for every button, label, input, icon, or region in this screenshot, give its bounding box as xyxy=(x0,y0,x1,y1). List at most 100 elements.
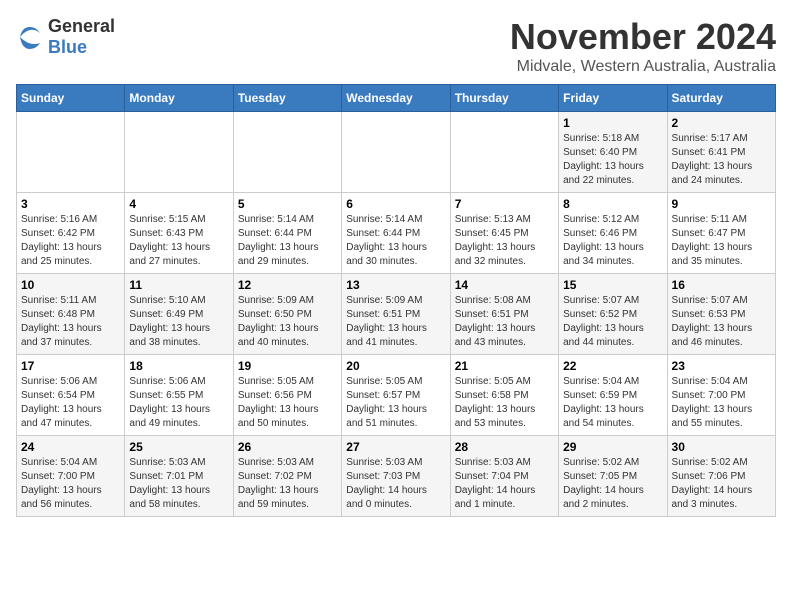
month-title: November 2024 xyxy=(510,16,776,58)
calendar-cell: 12 Sunrise: 5:09 AMSunset: 6:50 PMDayligh… xyxy=(233,274,341,355)
day-info: Sunrise: 5:07 AMSunset: 6:52 PMDaylight:… xyxy=(563,294,662,350)
day-info: Sunrise: 5:06 AMSunset: 6:55 PMDaylight:… xyxy=(129,375,228,431)
calendar-cell xyxy=(342,112,450,193)
calendar-cell xyxy=(450,112,558,193)
calendar-cell: 4Sunrise: 5:15 AMSunset: 6:43 PMDaylight… xyxy=(125,193,233,274)
day-info: Sunrise: 5:14 AMSunset: 6:44 PMDaylight:… xyxy=(238,213,337,269)
calendar-table: SundayMondayTuesdayWednesdayThursdayFrid… xyxy=(16,84,776,517)
calendar-cell: 23Sunrise: 5:04 AMSunset: 7:00 PMDayligh… xyxy=(667,355,775,436)
logo: General Blue xyxy=(16,16,115,58)
calendar-cell: 15 Sunrise: 5:07 AMSunset: 6:52 PMDayligh… xyxy=(559,274,667,355)
day-info: Sunrise: 5:04 AMSunset: 6:59 PMDaylight:… xyxy=(563,375,662,431)
calendar-cell: 22 Sunrise: 5:04 AMSunset: 6:59 PMDayligh… xyxy=(559,355,667,436)
header-friday: Friday xyxy=(559,85,667,112)
day-number: 12 xyxy=(238,278,337,292)
day-info: Sunrise: 5:09 AMSunset: 6:50 PMDaylight:… xyxy=(238,294,337,350)
calendar-cell: 8 Sunrise: 5:12 AMSunset: 6:46 PMDaylight… xyxy=(559,193,667,274)
day-number: 21 xyxy=(455,359,554,373)
logo-general: General xyxy=(48,16,115,36)
calendar-cell: 19 Sunrise: 5:05 AMSunset: 6:56 PMDayligh… xyxy=(233,355,341,436)
day-number: 17 xyxy=(21,359,120,373)
day-number: 14 xyxy=(455,278,554,292)
calendar-cell: 10 Sunrise: 5:11 AMSunset: 6:48 PMDayligh… xyxy=(17,274,125,355)
day-number: 13 xyxy=(346,278,445,292)
day-info: Sunrise: 5:03 AMSunset: 7:04 PMDaylight:… xyxy=(455,456,554,512)
calendar-cell: 27Sunrise: 5:03 AMSunset: 7:03 PMDayligh… xyxy=(342,436,450,517)
calendar-cell: 3 Sunrise: 5:16 AMSunset: 6:42 PMDaylight… xyxy=(17,193,125,274)
logo-icon xyxy=(16,23,44,51)
day-number: 10 xyxy=(21,278,120,292)
header-sunday: Sunday xyxy=(17,85,125,112)
calendar-cell: 30 Sunrise: 5:02 AMSunset: 7:06 PMDayligh… xyxy=(667,436,775,517)
day-number: 25 xyxy=(129,440,228,454)
header-thursday: Thursday xyxy=(450,85,558,112)
day-number: 30 xyxy=(672,440,771,454)
calendar-cell: 14 Sunrise: 5:08 AMSunset: 6:51 PMDayligh… xyxy=(450,274,558,355)
day-info: Sunrise: 5:11 AMSunset: 6:48 PMDaylight:… xyxy=(21,294,120,350)
day-info: Sunrise: 5:07 AMSunset: 6:53 PMDaylight:… xyxy=(672,294,771,350)
day-info: Sunrise: 5:14 AMSunset: 6:44 PMDaylight:… xyxy=(346,213,445,269)
day-number: 4 xyxy=(129,197,228,211)
day-info: Sunrise: 5:02 AMSunset: 7:05 PMDaylight:… xyxy=(563,456,662,512)
day-number: 8 xyxy=(563,197,662,211)
calendar-cell: 6Sunrise: 5:14 AMSunset: 6:44 PMDaylight… xyxy=(342,193,450,274)
calendar-cell xyxy=(233,112,341,193)
calendar-cell: 11Sunrise: 5:10 AMSunset: 6:49 PMDayligh… xyxy=(125,274,233,355)
day-number: 22 xyxy=(563,359,662,373)
day-info: Sunrise: 5:17 AMSunset: 6:41 PMDaylight:… xyxy=(672,132,771,188)
day-number: 3 xyxy=(21,197,120,211)
day-number: 29 xyxy=(563,440,662,454)
day-info: Sunrise: 5:11 AMSunset: 6:47 PMDaylight:… xyxy=(672,213,771,269)
day-number: 20 xyxy=(346,359,445,373)
day-number: 16 xyxy=(672,278,771,292)
day-number: 7 xyxy=(455,197,554,211)
day-info: Sunrise: 5:05 AMSunset: 6:58 PMDaylight:… xyxy=(455,375,554,431)
title-area: November 2024 Midvale, Western Australia… xyxy=(510,16,776,76)
calendar-cell: 21 Sunrise: 5:05 AMSunset: 6:58 PMDayligh… xyxy=(450,355,558,436)
calendar-cell: 7 Sunrise: 5:13 AMSunset: 6:45 PMDaylight… xyxy=(450,193,558,274)
calendar-week-2: 3 Sunrise: 5:16 AMSunset: 6:42 PMDaylight… xyxy=(17,193,776,274)
logo-blue: Blue xyxy=(48,37,87,57)
day-number: 1 xyxy=(563,116,662,130)
day-number: 15 xyxy=(563,278,662,292)
day-number: 19 xyxy=(238,359,337,373)
calendar-week-4: 17 Sunrise: 5:06 AMSunset: 6:54 PMDayligh… xyxy=(17,355,776,436)
day-number: 5 xyxy=(238,197,337,211)
day-number: 24 xyxy=(21,440,120,454)
day-info: Sunrise: 5:18 AMSunset: 6:40 PMDaylight:… xyxy=(563,132,662,188)
day-info: Sunrise: 5:13 AMSunset: 6:45 PMDaylight:… xyxy=(455,213,554,269)
location-title: Midvale, Western Australia, Australia xyxy=(510,58,776,76)
day-info: Sunrise: 5:03 AMSunset: 7:01 PMDaylight:… xyxy=(129,456,228,512)
day-info: Sunrise: 5:16 AMSunset: 6:42 PMDaylight:… xyxy=(21,213,120,269)
calendar-cell: 25 Sunrise: 5:03 AMSunset: 7:01 PMDayligh… xyxy=(125,436,233,517)
calendar-cell: 24Sunrise: 5:04 AMSunset: 7:00 PMDayligh… xyxy=(17,436,125,517)
calendar-cell: 16 Sunrise: 5:07 AMSunset: 6:53 PMDayligh… xyxy=(667,274,775,355)
day-info: Sunrise: 5:12 AMSunset: 6:46 PMDaylight:… xyxy=(563,213,662,269)
header-tuesday: Tuesday xyxy=(233,85,341,112)
day-number: 27 xyxy=(346,440,445,454)
calendar-cell xyxy=(17,112,125,193)
calendar-cell: 2 Sunrise: 5:17 AMSunset: 6:41 PMDaylight… xyxy=(667,112,775,193)
day-number: 28 xyxy=(455,440,554,454)
day-info: Sunrise: 5:08 AMSunset: 6:51 PMDaylight:… xyxy=(455,294,554,350)
day-number: 11 xyxy=(129,278,228,292)
calendar-cell: 1 Sunrise: 5:18 AMSunset: 6:40 PMDaylight… xyxy=(559,112,667,193)
calendar-cell: 26Sunrise: 5:03 AMSunset: 7:02 PMDayligh… xyxy=(233,436,341,517)
day-number: 18 xyxy=(129,359,228,373)
calendar-cell: 17 Sunrise: 5:06 AMSunset: 6:54 PMDayligh… xyxy=(17,355,125,436)
calendar-cell: 13 Sunrise: 5:09 AMSunset: 6:51 PMDayligh… xyxy=(342,274,450,355)
day-info: Sunrise: 5:05 AMSunset: 6:56 PMDaylight:… xyxy=(238,375,337,431)
calendar-week-1: 1 Sunrise: 5:18 AMSunset: 6:40 PMDaylight… xyxy=(17,112,776,193)
calendar-week-5: 24Sunrise: 5:04 AMSunset: 7:00 PMDayligh… xyxy=(17,436,776,517)
day-info: Sunrise: 5:04 AMSunset: 7:00 PMDaylight:… xyxy=(672,375,771,431)
day-info: Sunrise: 5:09 AMSunset: 6:51 PMDaylight:… xyxy=(346,294,445,350)
calendar-week-3: 10 Sunrise: 5:11 AMSunset: 6:48 PMDayligh… xyxy=(17,274,776,355)
day-number: 2 xyxy=(672,116,771,130)
calendar-header-row: SundayMondayTuesdayWednesdayThursdayFrid… xyxy=(17,85,776,112)
calendar-cell: 20Sunrise: 5:05 AMSunset: 6:57 PMDayligh… xyxy=(342,355,450,436)
calendar-cell xyxy=(125,112,233,193)
calendar-cell: 9Sunrise: 5:11 AMSunset: 6:47 PMDaylight… xyxy=(667,193,775,274)
header-wednesday: Wednesday xyxy=(342,85,450,112)
day-info: Sunrise: 5:02 AMSunset: 7:06 PMDaylight:… xyxy=(672,456,771,512)
day-info: Sunrise: 5:06 AMSunset: 6:54 PMDaylight:… xyxy=(21,375,120,431)
